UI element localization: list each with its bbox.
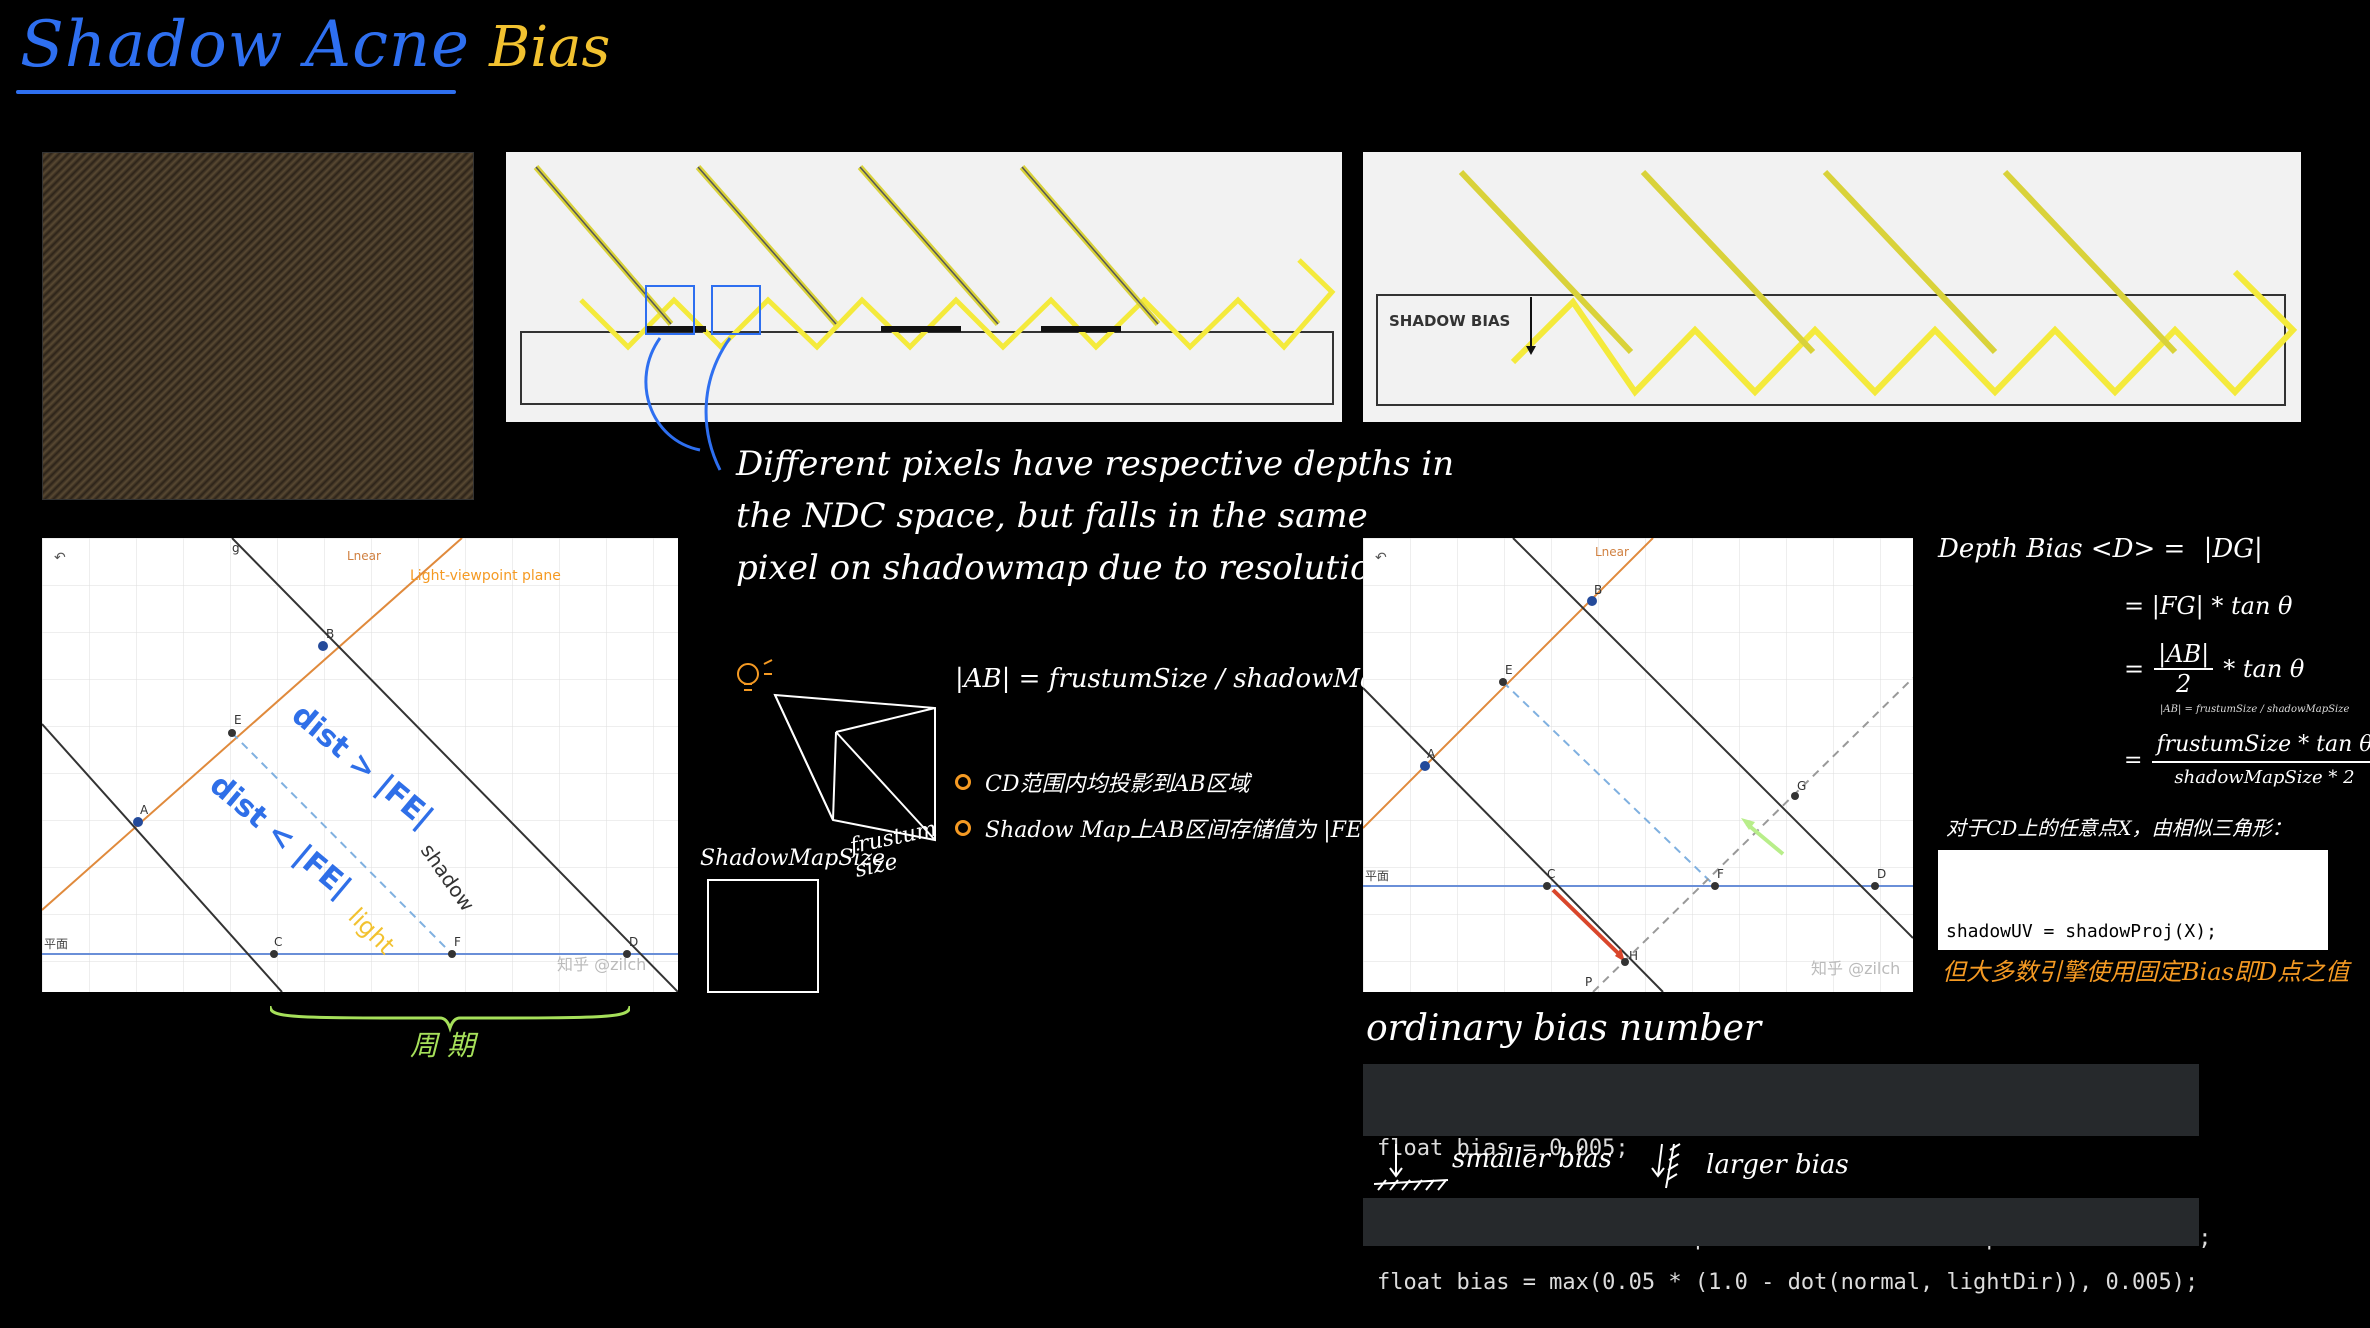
svg-text:A: A	[140, 803, 149, 817]
smaller-bias-label: smaller bias	[1452, 1144, 1613, 1174]
bullet-item-2: Shadow Map上AB区间存储值为 |FE|	[955, 812, 1369, 844]
title-underline	[16, 90, 456, 94]
db-line1-right: |DG|	[2203, 534, 2263, 564]
svg-text:平面: 平面	[1365, 869, 1389, 883]
svg-text:F: F	[454, 935, 461, 949]
svg-text:G: G	[1797, 779, 1806, 793]
svg-text:知乎 @zilch: 知乎 @zilch	[1811, 959, 1900, 978]
right-graph-svg: A B C D E F G H P Lnear 平面 知乎 @zilch ↶	[1362, 537, 1914, 993]
db-line2: = |FG| * tan θ	[2124, 592, 2293, 620]
wcode-line-1: shadowUV = shadowProj(X);	[1946, 921, 2217, 942]
note-line-2: the NDC space, but falls in the same	[736, 496, 1368, 536]
svg-text:F: F	[1717, 867, 1724, 881]
shadow-seg-3	[1041, 326, 1121, 332]
wcode-line-2: percent = (frac(shadowUV) - 0.5) / 0.5;	[1946, 1014, 2369, 1035]
svg-text:Light-viewpoint plane: Light-viewpoint plane	[410, 568, 561, 584]
shadow-seg-2	[881, 326, 961, 332]
svg-text:Lnear: Lnear	[347, 549, 381, 563]
shadow-bias-svg	[1376, 169, 2298, 406]
db-line4-num: frustumSize * tan θ	[2152, 732, 2370, 763]
svg-text:Lnear: Lnear	[1595, 545, 1629, 559]
svg-text:P: P	[1585, 975, 1592, 989]
left-graph-panel: A B C D E F g Lnear Light-viewpoint plan…	[41, 537, 679, 993]
svg-text:C: C	[274, 935, 282, 949]
svg-text:E: E	[1505, 663, 1513, 677]
title-sub: Bias	[489, 15, 611, 80]
svg-text:↶: ↶	[1375, 550, 1387, 566]
engine-fixed-bias-note: 但大多数引擎使用固定Bias即D点之值	[1942, 958, 2350, 986]
title-main: Shadow Acne	[20, 8, 470, 82]
shadow-bias-label: SHADOW BIAS	[1389, 312, 1511, 330]
svg-text:B: B	[326, 627, 334, 641]
ordinary-bias-heading: ordinary bias number	[1366, 1008, 1762, 1049]
right-graph-panel: A B C D E F G H P Lnear 平面 知乎 @zilch ↶	[1362, 537, 1914, 993]
period-label: 周 期	[410, 1029, 475, 1062]
bullet-icon	[955, 774, 971, 790]
db-line3-note: |AB| = frustumSize / shadowMapSize	[2160, 704, 2350, 715]
bullet-icon	[955, 820, 971, 836]
shadow-acne-texture-image	[42, 152, 474, 500]
svg-text:E: E	[234, 713, 242, 727]
pixel-depth-note: Different pixels have respective depths …	[736, 438, 1454, 594]
note-pointer-svg	[644, 337, 732, 471]
frustum-bullets: CD范围内均投影到AB区域 Shadow Map上AB区间存储值为 |FE|	[955, 766, 1369, 844]
left-graph-svg: A B C D E F g Lnear Light-viewpoint plan…	[41, 537, 679, 993]
svg-text:A: A	[1427, 747, 1436, 761]
light-rays	[533, 165, 1161, 326]
svg-text:B: B	[1594, 583, 1602, 597]
note-line-1: Different pixels have respective depths …	[736, 444, 1455, 484]
svg-text:D: D	[629, 935, 638, 949]
larger-bias-label: larger bias	[1706, 1150, 1849, 1180]
db-line3-num: |AB|	[2154, 640, 2214, 670]
ordinary-bias-code-2: float bias = max(0.05 * (1.0 - dot(norma…	[1363, 1198, 2199, 1295]
db-line3-den: 2	[2176, 670, 2192, 698]
bias-light-rays	[1458, 169, 2178, 355]
page-title: Shadow Acne Bias	[20, 8, 610, 82]
db-line3-right: * tan θ	[2223, 655, 2305, 683]
svg-text:H: H	[1629, 949, 1638, 963]
svg-text:↶: ↶	[54, 550, 66, 566]
bullet-item-1: CD范围内均投影到AB区域	[955, 766, 1369, 798]
svg-text:D: D	[1877, 867, 1886, 881]
ordinary-bias-code-1: float bias = 0.005; float shadow = curre…	[1363, 1064, 2211, 1251]
cd-note: 对于CD上的任意点X，由相似三角形：	[1946, 816, 2292, 840]
shadow-bias-panel: SHADOW BIAS	[1363, 152, 2301, 422]
code2-line: float bias = max(0.05 * (1.0 - dot(norma…	[1377, 1270, 2199, 1295]
svg-text:知乎 @zilch: 知乎 @zilch	[557, 955, 646, 974]
svg-text:平面: 平面	[44, 937, 68, 951]
db-line1-left: Depth Bias <D> =	[1938, 534, 2186, 564]
note-line-3: pixel on shadowmap due to resolution	[736, 548, 1393, 588]
bias-zigzag	[1510, 269, 2298, 397]
svg-text:C: C	[1547, 867, 1555, 881]
svg-text:g: g	[232, 541, 240, 555]
db-line4-den: shadowMapSize * 2	[2174, 767, 2355, 788]
depth-bias-code: shadowUV = shadowProj(X); percent = (fra…	[1938, 850, 2369, 1128]
